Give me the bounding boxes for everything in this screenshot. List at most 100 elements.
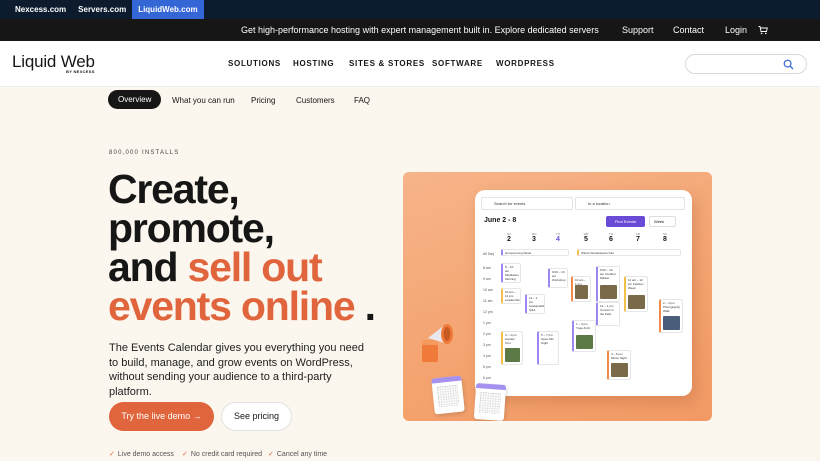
calendar-event: 4 – 6 pm Movie Night <box>607 350 631 380</box>
logo-wordmark: Liquid Web <box>12 52 95 71</box>
calendar-event: 3 – 4 pm Garden Tour <box>501 331 523 365</box>
brand-link-nexcess[interactable]: Nexcess.com <box>0 0 72 19</box>
qr-code-icon <box>479 392 501 414</box>
tab-faq[interactable]: FAQ <box>354 93 370 108</box>
tab-what-you-can-run[interactable]: What you can run <box>172 93 235 108</box>
qr-ticket <box>431 375 465 415</box>
calendar-location-field: In a location <box>575 197 685 210</box>
view-select: Week <box>649 216 676 227</box>
hour-label: 1 pm <box>483 321 491 325</box>
tab-pricing[interactable]: Pricing <box>251 93 275 108</box>
headline-line-2: promote, <box>108 205 275 251</box>
calendar-day: SU 2 <box>503 232 515 243</box>
see-pricing-button[interactable]: See pricing <box>221 402 292 431</box>
perk-label: Live demo access <box>117 451 174 458</box>
headline-line-4: events online . <box>108 286 376 327</box>
event-label: 9:00 – 10 am Outdoor Market <box>600 268 616 280</box>
calendar-event: 10 am – 12 pm Leadership Talk <box>501 288 521 304</box>
cart-icon[interactable] <box>758 25 768 35</box>
hour-label: 9 am <box>483 277 491 281</box>
nav-wordpress[interactable]: WORDPRESS <box>496 59 555 68</box>
nav-software[interactable]: SOFTWARE <box>432 59 483 68</box>
day-number: 5 <box>584 236 588 243</box>
calendar-day: WE 5 <box>580 232 592 243</box>
calendar-event: 2 – 4 pm Photography Walk <box>659 299 683 333</box>
search-input[interactable] <box>685 54 807 74</box>
perk-item: ✓ Cancel any time <box>268 450 327 458</box>
brand-link-servers[interactable]: Servers.com <box>72 0 132 19</box>
megaphone-icon <box>422 324 453 362</box>
hero-illustration: Search for events In a location June 2 -… <box>403 172 712 421</box>
hero-headline: Create, promote, and sell out events onl… <box>108 166 376 327</box>
hero-eyebrow: 800,000 INSTALLS <box>109 150 180 156</box>
nav-sites-stores[interactable]: SITES & STORES <box>349 59 425 68</box>
hour-label: 10 am <box>483 288 493 292</box>
event-photo <box>628 295 645 309</box>
hour-label: 5 pm <box>483 365 491 369</box>
arrow-right-icon: → <box>192 411 202 421</box>
hour-label: 2 pm <box>483 332 491 336</box>
event-photo <box>663 316 680 330</box>
hour-label: 12 pm <box>483 310 493 314</box>
calendar-date-range: June 2 - 8 <box>484 217 517 224</box>
brand-switcher-bar: Nexcess.com Servers.com LiquidWeb.com <box>0 0 820 19</box>
event-photo <box>611 363 628 377</box>
qr-code-icon <box>437 385 460 407</box>
nav-solutions[interactable]: SOLUTIONS <box>228 59 281 68</box>
search-icon[interactable] <box>783 59 794 70</box>
find-events-button: Find Events <box>606 216 645 227</box>
headline-line-1: Create, <box>108 166 240 212</box>
event-photo <box>575 285 588 299</box>
liquidweb-logo[interactable]: Liquid Web BY NEXCESS <box>12 52 95 74</box>
calendar-day: MO 3 <box>528 232 540 243</box>
event-photo <box>576 335 593 349</box>
headline-accent-2: events online <box>108 283 356 329</box>
promo-bar: Get high-performance hosting with expert… <box>0 19 820 41</box>
tab-customers[interactable]: Customers <box>296 93 335 108</box>
calendar-search-field: Search for events <box>481 197 573 210</box>
support-link[interactable]: Support <box>622 19 654 41</box>
check-icon: ✓ <box>182 451 188 458</box>
login-link[interactable]: Login <box>725 19 747 41</box>
calendar-day: TH 6 <box>605 232 617 243</box>
day-number: 3 <box>532 236 536 243</box>
tab-overview[interactable]: Overview <box>108 90 162 109</box>
day-number: 6 <box>609 236 613 243</box>
headline-line-3: and sell out <box>108 247 375 288</box>
event-photo <box>600 285 617 299</box>
calendar-event: 8 – 10 am Meditation Morning <box>501 263 521 283</box>
perk-item: ✓ No credit card required <box>182 450 262 458</box>
day-number: 7 <box>636 236 640 243</box>
qr-ticket <box>473 382 507 421</box>
headline-period: . <box>354 283 376 329</box>
try-live-demo-label: Try the live demo <box>121 411 191 421</box>
hour-label: 8 am <box>483 266 491 270</box>
perk-label: No credit card required <box>190 451 263 458</box>
calendar-event: 9:00 – 10 am Workshop <box>548 268 568 288</box>
calendar-event: 5 – 7 pm Open Mic Night <box>537 331 559 365</box>
check-icon: ✓ <box>268 451 274 458</box>
main-header: Liquid Web BY NEXCESS SOLUTIONS HOSTING … <box>0 41 820 87</box>
event-photo <box>505 348 520 362</box>
logo-byline: BY NEXCESS <box>66 69 95 74</box>
nav-hosting[interactable]: HOSTING <box>293 59 334 68</box>
hero-description: The Events Calendar gives you everything… <box>109 342 364 398</box>
day-number: 8 <box>663 236 667 243</box>
brand-link-liquidweb[interactable]: LiquidWeb.com <box>132 0 204 19</box>
calendar-event: Homecoming Week <box>501 249 569 256</box>
calendar-day: FR 7 <box>632 232 644 243</box>
promo-message[interactable]: Get high-performance hosting with expert… <box>241 19 599 41</box>
hour-label: 11 am <box>483 299 493 303</box>
hour-label: All Day <box>483 252 495 256</box>
calendar-event: Winter Renaissance Fair <box>577 249 681 256</box>
hour-label: 4 pm <box>483 354 491 358</box>
calendar-event: 9:00 – 10 am Outdoor Market <box>596 266 620 302</box>
calendar-event: 12 – 1 pm Sustainability Q&A <box>525 294 545 314</box>
event-label: 2 – 4 pm Photography Walk <box>663 301 681 313</box>
day-number: 4 <box>556 236 560 243</box>
calendar-day: SA 8 <box>659 232 671 243</box>
event-label: 11 am – 12 pm Fashion Week <box>628 278 644 290</box>
try-live-demo-button[interactable]: Try the live demo → <box>109 402 214 431</box>
contact-link[interactable]: Contact <box>673 19 704 41</box>
perk-item: ✓ Live demo access <box>109 450 174 458</box>
